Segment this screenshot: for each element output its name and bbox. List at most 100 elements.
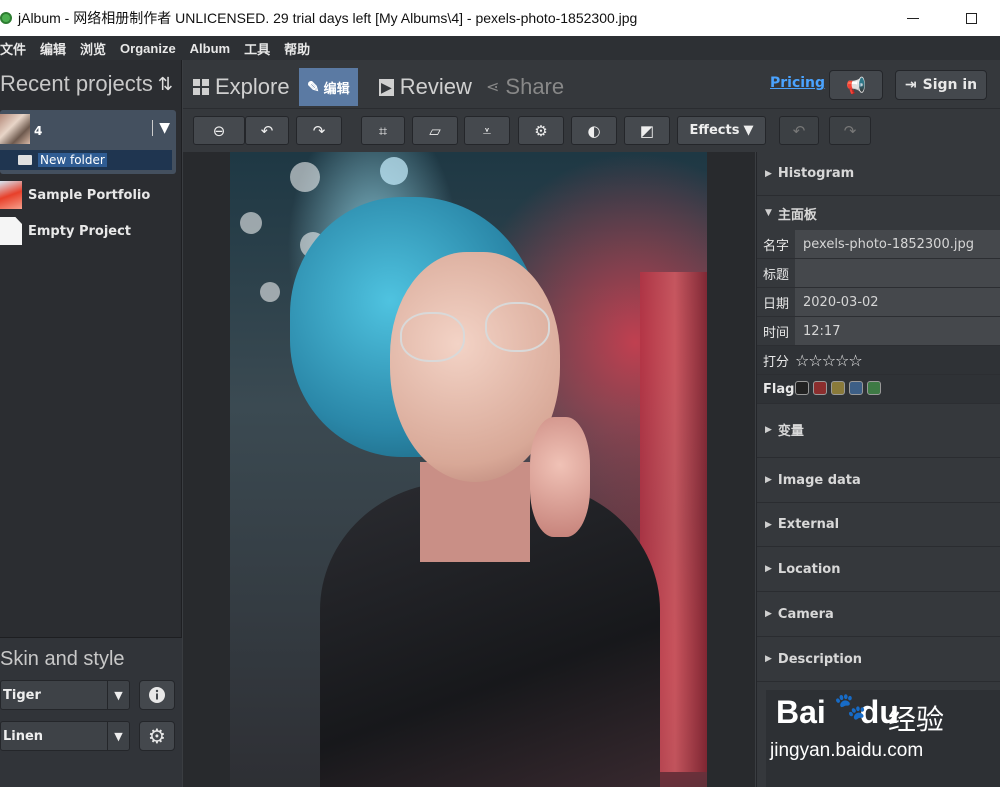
section-label: Histogram bbox=[777, 166, 855, 181]
rotate-right-button[interactable]: ↷ bbox=[296, 116, 342, 145]
bokeh-light bbox=[290, 162, 320, 192]
watermark-url: jingyan.baidu.com bbox=[770, 740, 924, 761]
baidu-watermark: Bai du 🐾 经验 jingyan.baidu.com bbox=[766, 690, 1000, 787]
chevron-down-icon[interactable]: ▼ bbox=[152, 120, 170, 136]
time-label: 时间 bbox=[763, 325, 790, 341]
project-item-sample-portfolio[interactable]: Sample Portfolio bbox=[0, 180, 180, 210]
flag-label: Flag bbox=[763, 381, 795, 397]
tab-share-label: Share bbox=[505, 74, 565, 99]
date-row: 日期 2020-03-02 bbox=[757, 288, 1000, 317]
project-name: Sample Portfolio bbox=[28, 187, 151, 203]
section-main-panel[interactable]: ▼ 主面板 bbox=[757, 196, 1000, 230]
skin-settings-button[interactable]: ⚙ bbox=[139, 721, 175, 751]
menu-edit[interactable]: 编辑 bbox=[40, 39, 66, 58]
redo-icon: ↷ bbox=[843, 121, 857, 140]
perspective-button[interactable]: ▱ bbox=[412, 116, 458, 145]
redo-button[interactable]: ↷ bbox=[829, 116, 871, 145]
remove-button[interactable]: ⊖ bbox=[193, 116, 245, 145]
section-label: External bbox=[777, 517, 840, 532]
minimize-button[interactable] bbox=[884, 0, 942, 36]
section-external[interactable]: ▶ External bbox=[757, 503, 1000, 547]
flag-row: Flag bbox=[757, 375, 1000, 404]
chevron-right-icon: ▶ bbox=[765, 168, 772, 179]
skin-info-button[interactable] bbox=[139, 680, 175, 710]
maximize-button[interactable] bbox=[942, 0, 1000, 36]
undo-button[interactable]: ↶ bbox=[779, 116, 819, 145]
project-item-4[interactable]: 4 ▼ New folder bbox=[0, 110, 176, 174]
tab-explore[interactable]: Explore bbox=[193, 68, 290, 106]
style-select[interactable]: Linen ▼ bbox=[0, 721, 130, 751]
straighten-button[interactable]: ⩡ bbox=[464, 116, 510, 145]
adjust-button[interactable]: ⚙ bbox=[518, 116, 564, 145]
flag-swatch-1[interactable] bbox=[813, 380, 827, 395]
portfolio-thumbnail bbox=[0, 181, 22, 209]
folder-row[interactable]: New folder bbox=[0, 150, 172, 170]
section-image-data[interactable]: ▶ Image data bbox=[757, 458, 1000, 503]
share-icon: ⋖ bbox=[486, 79, 500, 96]
window-controls bbox=[884, 0, 1000, 36]
section-variables[interactable]: ▶ 变量 bbox=[757, 402, 1000, 458]
flag-swatch-3[interactable] bbox=[849, 380, 863, 395]
folder-name-input[interactable]: New folder bbox=[38, 153, 107, 167]
crop-button[interactable]: ⌗ bbox=[361, 116, 405, 145]
sign-in-icon: ⇥ bbox=[904, 77, 917, 93]
menu-help[interactable]: 帮助 bbox=[284, 39, 310, 58]
flag-swatch-4[interactable] bbox=[867, 380, 881, 395]
contrast-button[interactable]: ◐ bbox=[571, 116, 617, 145]
folder-icon bbox=[18, 155, 32, 165]
project-item-empty[interactable]: Empty Project bbox=[0, 216, 180, 246]
sign-in-label: Sign in bbox=[922, 77, 978, 93]
straighten-icon: ⩡ bbox=[482, 121, 492, 140]
chevron-right-icon: ▶ bbox=[765, 564, 772, 574]
section-label: Description bbox=[777, 651, 863, 667]
section-histogram[interactable]: ▶ Histogram bbox=[757, 152, 1000, 196]
menu-browse[interactable]: 浏览 bbox=[80, 39, 106, 58]
flag-swatch-0[interactable] bbox=[795, 380, 809, 395]
contrast-icon: ◐ bbox=[587, 121, 601, 140]
sign-in-button[interactable]: ⇥ Sign in bbox=[895, 70, 987, 100]
projects-header: Recent projects ⇅ bbox=[0, 60, 181, 108]
pencil-icon: ✎ bbox=[307, 79, 320, 96]
rating-stars[interactable]: ☆☆☆☆☆ bbox=[795, 351, 863, 370]
tab-share[interactable]: ⋖ Share bbox=[486, 68, 564, 106]
flag-swatches bbox=[795, 380, 885, 399]
menu-file[interactable]: 文件 bbox=[0, 39, 26, 58]
sort-icon[interactable]: ⇅ bbox=[158, 74, 173, 95]
section-label: Image data bbox=[777, 472, 861, 488]
skin-select[interactable]: Tiger ▼ bbox=[0, 680, 130, 710]
exposure-button[interactable]: ◩ bbox=[624, 116, 670, 145]
tab-review-label: Review bbox=[399, 74, 472, 99]
window-title: jAlbum - 网络相册制作者 UNLICENSED. 29 trial da… bbox=[18, 10, 638, 26]
date-field[interactable]: 2020-03-02 bbox=[795, 288, 1000, 316]
info-icon bbox=[149, 687, 165, 703]
name-field[interactable]: pexels-photo-1852300.jpg bbox=[795, 230, 1000, 258]
pricing-link[interactable]: Pricing bbox=[770, 75, 825, 91]
menu-album[interactable]: Album bbox=[190, 41, 230, 56]
tab-edit[interactable]: ✎ 编辑 bbox=[299, 68, 358, 106]
section-camera[interactable]: ▶ Camera bbox=[757, 592, 1000, 637]
rotate-left-button[interactable]: ↶ bbox=[245, 116, 289, 145]
title-field[interactable] bbox=[795, 259, 1000, 287]
image-viewer[interactable] bbox=[183, 152, 755, 787]
flag-swatch-2[interactable] bbox=[831, 380, 845, 395]
section-description[interactable]: ▶ Description bbox=[757, 637, 1000, 682]
chevron-right-icon: ▶ bbox=[765, 609, 772, 619]
section-location[interactable]: ▶ Location bbox=[757, 547, 1000, 592]
tab-explore-label: Explore bbox=[215, 74, 290, 99]
section-label: 主面板 bbox=[777, 207, 817, 223]
time-field[interactable]: 12:17 bbox=[795, 317, 1000, 345]
maximize-icon bbox=[965, 12, 977, 24]
menu-tools[interactable]: 工具 bbox=[244, 39, 270, 58]
bokeh-light bbox=[260, 282, 280, 302]
edit-toolbar: ⊖ ↶ ↷ ⌗ ▱ ⩡ ⚙ ◐ ◩ Effects ▼ ↶ ↷ bbox=[183, 108, 1000, 152]
tab-review[interactable]: ▶ Review bbox=[379, 68, 472, 106]
skin-section-title: Skin and style bbox=[0, 648, 125, 670]
menu-organize[interactable]: Organize bbox=[120, 41, 176, 56]
perspective-icon: ▱ bbox=[429, 121, 441, 140]
effects-button[interactable]: Effects ▼ bbox=[677, 116, 766, 145]
projects-title: Recent projects bbox=[0, 71, 153, 96]
photo-preview bbox=[230, 152, 707, 787]
announcements-button[interactable]: 📢 bbox=[829, 70, 883, 100]
section-label: 变量 bbox=[777, 424, 804, 439]
paw-icon: 🐾 bbox=[834, 692, 867, 722]
